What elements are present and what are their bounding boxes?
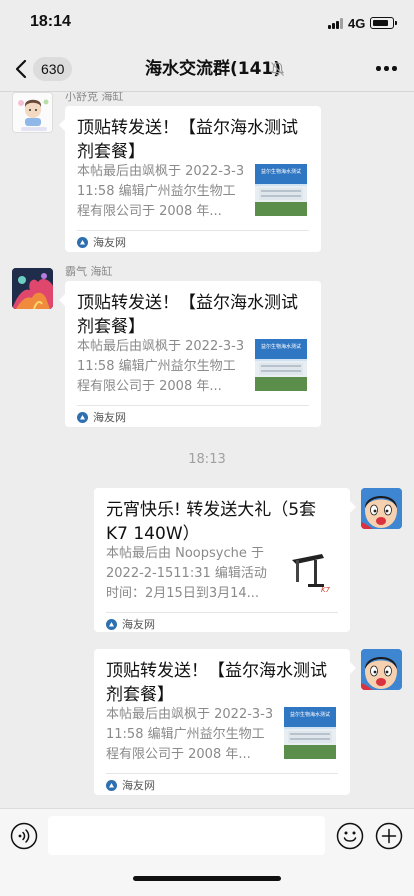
sender-name: 霸气 海缸 (65, 265, 113, 278)
svg-text:益尔生物海水测试: 益尔生物海水测试 (290, 711, 330, 718)
source-icon (106, 780, 117, 791)
svg-text:K7: K7 (321, 586, 331, 594)
source-icon (77, 237, 88, 248)
source-icon (77, 412, 88, 423)
card-title: 元宵快乐! 转发送大礼（5套 K7 140W） (106, 500, 317, 544)
home-indicator (133, 876, 281, 881)
card-description: 本帖最后由 Noopsyche 于 2022-2-1511:31 编辑活动时间：… (106, 546, 267, 601)
battery-icon (370, 17, 397, 29)
card-thumbnail: 益尔生物海水测试 (255, 164, 307, 216)
card-thumbnail: 益尔生物海水测试 (284, 707, 336, 759)
back-icon[interactable] (12, 57, 34, 81)
link-card[interactable]: 元宵快乐! 转发送大礼（5套 K7 140W） 本帖最后由 Noopsyche … (94, 488, 356, 632)
mute-icon (270, 62, 285, 76)
avatar[interactable] (361, 649, 402, 690)
message-input[interactable] (48, 816, 325, 855)
source-name: 海友网 (122, 618, 155, 631)
card-thumbnail: K7 (284, 546, 336, 598)
more-icon[interactable] (376, 66, 397, 72)
voice-icon[interactable] (10, 822, 38, 850)
card-title: 顶贴转发送！【益尔海水测试剂套餐】 (77, 118, 298, 162)
time-divider: 18:13 (188, 452, 226, 467)
link-card[interactable]: 顶贴转发送！【益尔海水测试剂套餐】 本帖最后由飒枫于 2022-3-311:58… (94, 649, 356, 795)
card-title: 顶贴转发送！【益尔海水测试剂套餐】 (77, 293, 298, 337)
network-type: 4G (348, 16, 366, 31)
status-time: 18:14 (30, 13, 71, 30)
source-name: 海友网 (93, 236, 126, 249)
source-name: 海友网 (93, 411, 126, 424)
svg-text:益尔生物海水测试: 益尔生物海水测试 (261, 168, 301, 175)
chat-title[interactable]: 海水交流群(141) (145, 57, 281, 81)
unread-count-badge[interactable]: 630 (33, 57, 73, 81)
link-card[interactable]: 顶贴转发送！【益尔海水测试剂套餐】 本帖最后由飒枫于 2022-3-311:58… (59, 281, 321, 427)
card-description: 本帖最后由飒枫于 2022-3-311:58 编辑广州益尔生物工程有限公司于 2… (77, 164, 245, 219)
plus-icon[interactable] (375, 822, 403, 850)
sender-name: 小舒克 海缸 (65, 92, 124, 103)
nav-bar: 630 海水交流群(141) (0, 46, 414, 92)
status-bar: 18:14 4G (0, 0, 414, 46)
signal-icon (328, 18, 344, 29)
avatar[interactable] (12, 268, 53, 309)
chat-area[interactable]: 小舒克 海缸 顶贴转发送！【益尔海水测试剂套餐】 本帖最后由飒枫于 2022-3… (0, 92, 414, 808)
avatar[interactable] (12, 92, 53, 133)
svg-text:益尔生物海水测试: 益尔生物海水测试 (261, 343, 301, 350)
card-thumbnail: 益尔生物海水测试 (255, 339, 307, 391)
link-card[interactable]: 顶贴转发送！【益尔海水测试剂套餐】 本帖最后由飒枫于 2022-3-311:58… (59, 106, 321, 252)
input-bar (0, 808, 414, 896)
card-description: 本帖最后由飒枫于 2022-3-311:58 编辑广州益尔生物工程有限公司于 2… (106, 707, 274, 762)
avatar[interactable] (361, 488, 402, 529)
card-title: 顶贴转发送！【益尔海水测试剂套餐】 (106, 661, 327, 705)
card-description: 本帖最后由飒枫于 2022-3-311:58 编辑广州益尔生物工程有限公司于 2… (77, 339, 245, 394)
emoji-icon[interactable] (336, 822, 364, 850)
source-icon (106, 619, 117, 630)
source-name: 海友网 (122, 779, 155, 792)
